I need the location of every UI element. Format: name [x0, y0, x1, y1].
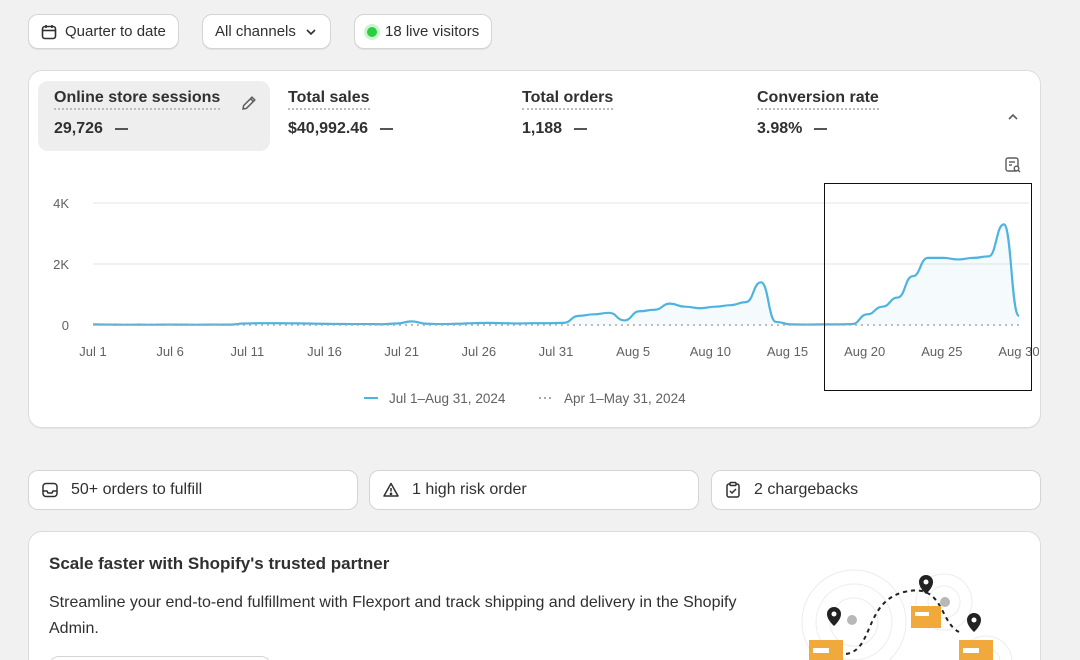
comparison-dash: [114, 128, 128, 130]
metric-label: Online store sessions: [54, 89, 221, 110]
legend-label: Apr 1–May 31, 2024: [564, 391, 686, 406]
chargebacks-button[interactable]: 2 chargebacks: [711, 470, 1041, 510]
metric-value: 29,726: [54, 120, 103, 137]
y-tick-label: 0: [62, 318, 69, 333]
x-tick-label: Jul 11: [230, 344, 264, 359]
x-tick-label: Aug 5: [616, 344, 650, 359]
comparison-dash: [380, 128, 394, 130]
calendar-icon: [41, 24, 57, 39]
metric-conversion-rate[interactable]: Conversion rate 3.98%: [741, 81, 961, 151]
metric-value: $40,992.46: [288, 120, 369, 137]
report-search-icon: [1005, 157, 1021, 173]
flexport-promo-card: Scale faster with Shopify's trusted part…: [28, 531, 1041, 660]
pencil-icon[interactable]: [240, 94, 258, 112]
live-visitors-button[interactable]: 18 live visitors: [354, 14, 493, 49]
inbox-icon: [42, 482, 58, 498]
y-tick-label: 4K: [53, 196, 69, 211]
comparison-dash: [574, 128, 588, 130]
y-tick-label: 2K: [53, 257, 69, 272]
metric-total-orders[interactable]: Total orders 1,188: [506, 81, 726, 151]
x-tick-label: Jul 6: [156, 344, 183, 359]
metric-value: 3.98%: [757, 120, 803, 137]
x-tick-label: Aug 10: [690, 344, 731, 359]
selection-highlight-box: [824, 183, 1032, 391]
collapse-button[interactable]: [1001, 105, 1025, 129]
legend-label: Jul 1–Aug 31, 2024: [389, 391, 506, 406]
metric-value: 1,188: [522, 120, 563, 137]
date-range-label: Quarter to date: [65, 23, 166, 40]
clipboard-check-icon: [726, 481, 740, 498]
x-tick-label: Jul 26: [461, 344, 496, 359]
chevron-down-icon: [306, 28, 316, 35]
x-tick-label: Jul 21: [384, 344, 419, 359]
channels-label: All channels: [215, 23, 296, 40]
metric-total-sales[interactable]: Total sales $40,992.46: [272, 81, 492, 151]
high-risk-order-label: 1 high risk order: [412, 481, 527, 498]
chargebacks-label: 2 chargebacks: [754, 481, 859, 498]
date-range-button[interactable]: Quarter to date: [28, 14, 179, 49]
promo-title: Scale faster with Shopify's trusted part…: [49, 554, 390, 573]
orders-to-fulfill-button[interactable]: 50+ orders to fulfill: [28, 470, 358, 510]
live-visitors-label: 18 live visitors: [385, 23, 480, 40]
shipping-map-illustration: [801, 569, 1013, 660]
orders-to-fulfill-label: 50+ orders to fulfill: [71, 481, 203, 498]
x-tick-label: Jul 1: [79, 344, 106, 359]
live-indicator-dot: [367, 26, 377, 37]
promo-action-button[interactable]: [49, 656, 271, 660]
warning-icon: [383, 482, 399, 497]
x-tick-label: Jul 31: [539, 344, 574, 359]
x-tick-label: Aug 15: [767, 344, 808, 359]
x-tick-label: Jul 16: [307, 344, 342, 359]
metric-label: Total sales: [288, 89, 370, 110]
promo-description: Streamline your end-to-end fulfillment w…: [49, 594, 737, 637]
metric-label: Conversion rate: [757, 89, 879, 110]
metric-label: Total orders: [522, 89, 614, 110]
chevron-up-icon: [1008, 113, 1018, 120]
legend-item: Jul 1–Aug 31, 2024: [364, 391, 506, 406]
channels-dropdown[interactable]: All channels: [202, 14, 331, 49]
high-risk-order-button[interactable]: 1 high risk order: [369, 470, 699, 510]
metric-online-store-sessions[interactable]: Online store sessions 29,726: [38, 81, 270, 151]
comparison-dash: [814, 128, 828, 130]
chart-report-button[interactable]: [1001, 153, 1025, 177]
legend-item: Apr 1–May 31, 2024: [539, 391, 686, 406]
